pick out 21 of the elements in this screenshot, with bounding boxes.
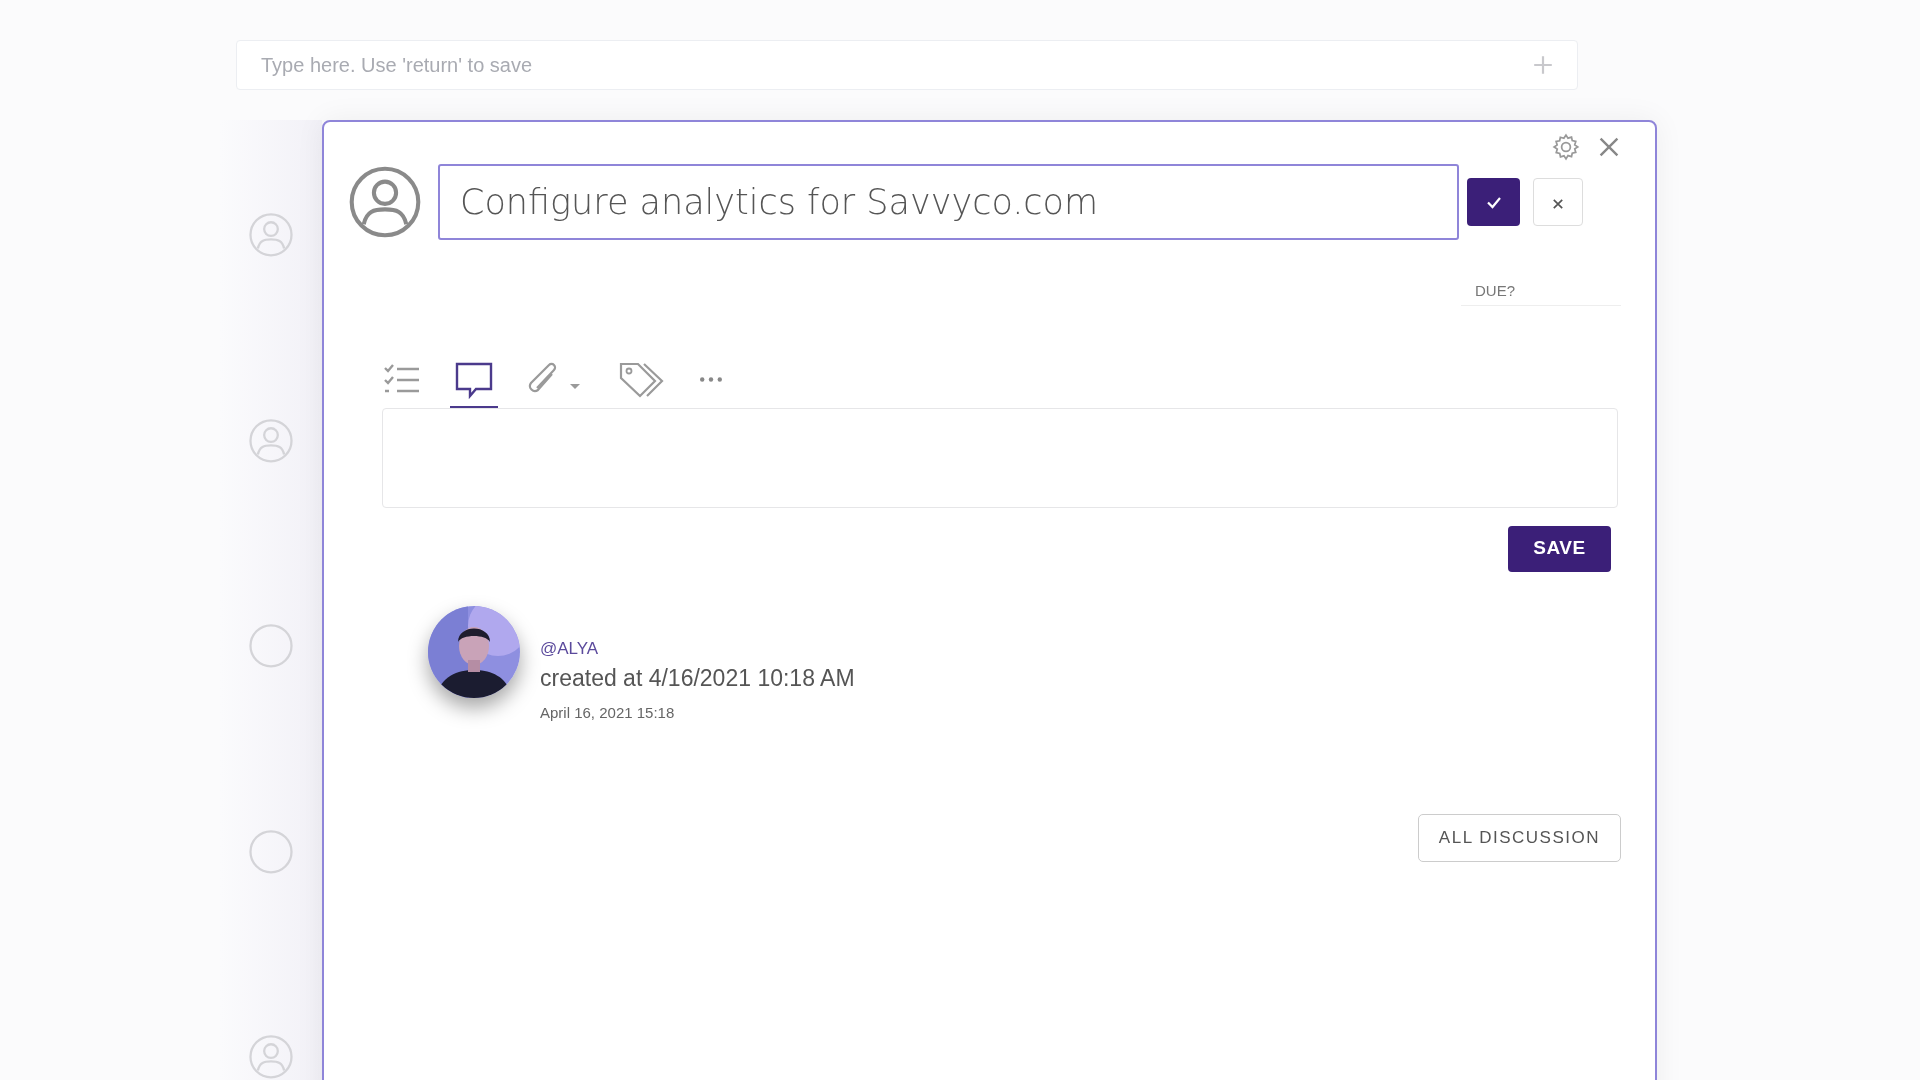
activity-text: created at 4/16/2021 10:18 AM bbox=[540, 664, 855, 693]
close-icon[interactable] bbox=[1597, 135, 1621, 159]
save-button[interactable]: SAVE bbox=[1508, 525, 1611, 572]
timestamp: April 16, 2021 15:18 bbox=[540, 702, 676, 723]
settings-icon[interactable] bbox=[1551, 132, 1581, 162]
username[interactable]: @ALYA bbox=[540, 635, 855, 661]
circle-icon[interactable] bbox=[247, 623, 295, 669]
quick-add-field[interactable]: Type here. Use 'return' to save bbox=[236, 40, 1578, 90]
title-field[interactable]: Configure analytics for Savvyco.com bbox=[438, 164, 1459, 240]
all-discussion-button[interactable]: ALL DISCUSSION bbox=[1417, 814, 1621, 862]
user-icon[interactable] bbox=[348, 165, 422, 239]
user-icon[interactable] bbox=[247, 212, 295, 258]
user-icon[interactable] bbox=[247, 1034, 295, 1080]
close-icon bbox=[1551, 196, 1565, 211]
comment-field[interactable] bbox=[382, 407, 1618, 508]
due-date-field[interactable]: DUE? bbox=[1461, 280, 1621, 306]
plus-icon[interactable] bbox=[1532, 54, 1554, 76]
confirm-button[interactable] bbox=[1467, 178, 1520, 226]
more-icon bbox=[700, 377, 722, 383]
circle-icon[interactable] bbox=[247, 828, 295, 875]
user-icon[interactable] bbox=[247, 417, 295, 464]
